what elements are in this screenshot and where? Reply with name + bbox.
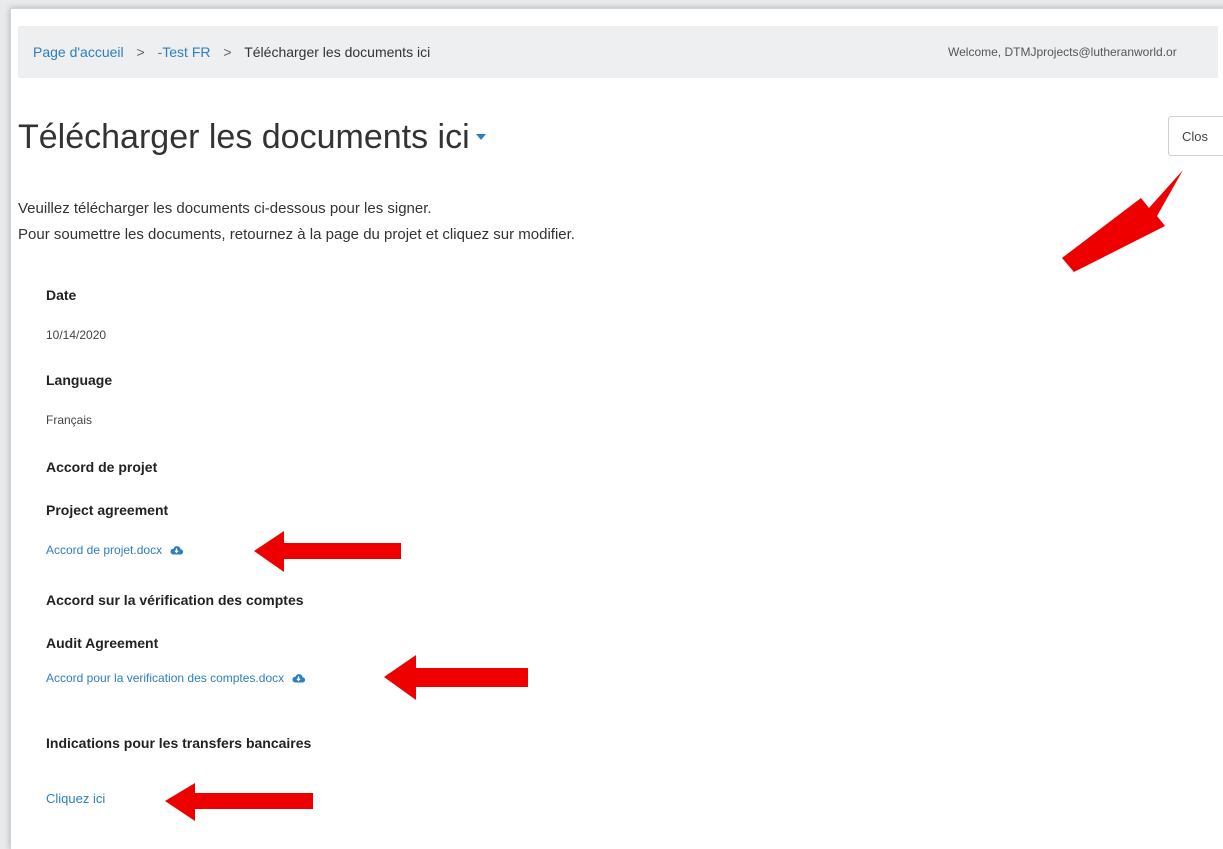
breadcrumb-separator: > xyxy=(136,44,145,60)
intro-line-1: Veuillez télécharger les documents ci-de… xyxy=(18,200,432,217)
audit-agreement-download-link[interactable]: Accord pour la verification des comptes.… xyxy=(46,671,306,686)
project-agreement-filename: Accord de projet.docx xyxy=(46,543,163,557)
language-label: Language xyxy=(46,372,113,388)
breadcrumb-separator: > xyxy=(223,44,232,60)
date-value: 10/14/2020 xyxy=(46,328,107,342)
breadcrumb-project-link[interactable]: -Test FR xyxy=(158,44,211,60)
red-arrow-annotation xyxy=(165,783,313,821)
cloud-download-icon[interactable] xyxy=(292,672,306,686)
language-value: Français xyxy=(46,413,93,427)
audit-agreement-heading: Accord sur la vérification des comptes xyxy=(46,592,304,608)
project-agreement-heading: Accord de projet xyxy=(46,459,158,475)
cloud-download-icon[interactable] xyxy=(170,544,184,558)
intro-line-2: Pour soumettre les documents, retournez … xyxy=(18,226,575,243)
welcome-text: Welcome, DTMJprojects@lutheranworld.or xyxy=(948,45,1177,59)
date-label: Date xyxy=(46,287,77,303)
caret-down-icon[interactable] xyxy=(475,134,486,141)
bank-transfer-heading: Indications pour les transfers bancaires xyxy=(46,735,312,751)
audit-agreement-filename: Accord pour la verification des comptes.… xyxy=(46,671,285,685)
red-arrow-annotation xyxy=(254,531,401,572)
breadcrumb-home-link[interactable]: Page d'accueil xyxy=(33,44,124,60)
page-title-text: Télécharger les documents ici xyxy=(18,118,470,156)
project-agreement-sublabel: Project agreement xyxy=(46,502,169,518)
breadcrumb-current: Télécharger les documents ici xyxy=(244,44,431,60)
page-title[interactable]: Télécharger les documents ici xyxy=(18,118,486,157)
project-agreement-download-link[interactable]: Accord de projet.docx xyxy=(46,543,184,558)
bank-transfer-link[interactable]: Cliquez ici xyxy=(46,791,105,806)
top-bar: Page d'accueil > -Test FR > Télécharger … xyxy=(18,26,1218,78)
intro-text: Veuillez télécharger les documents ci-de… xyxy=(18,196,575,248)
close-button[interactable]: Clos xyxy=(1168,116,1223,156)
audit-agreement-sublabel: Audit Agreement xyxy=(46,635,159,651)
breadcrumb: Page d'accueil > -Test FR > Télécharger … xyxy=(33,26,430,78)
red-arrow-annotation xyxy=(384,655,528,700)
red-arrow-annotation xyxy=(1062,170,1183,272)
